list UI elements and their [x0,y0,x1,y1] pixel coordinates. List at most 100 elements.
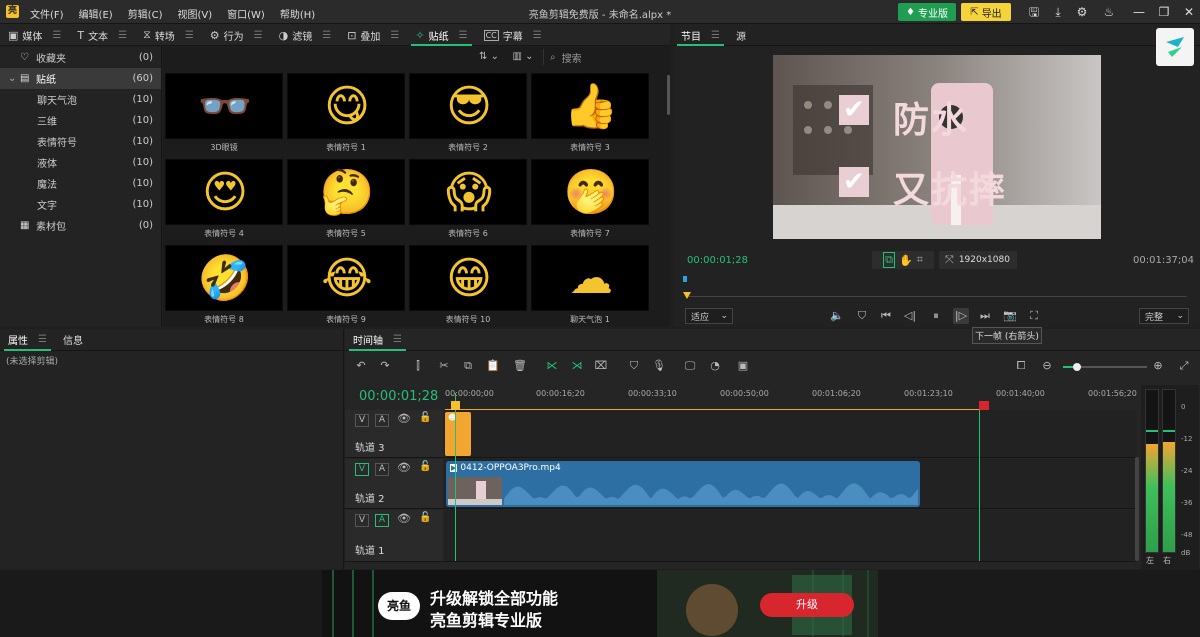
tab-media[interactable]: ▣ 媒体 ☰ [0,24,69,46]
track-lane-2[interactable]: ▶ 0412-OPPOA3Pro.mp4 [444,459,1137,509]
more-icon[interactable]: ⤢ [1176,358,1192,374]
screenshot-icon[interactable]: ▣ [735,358,751,374]
fit-dropdown[interactable]: 适应 ⌄ [685,308,733,324]
video-toggle[interactable]: V [355,463,369,476]
eye-icon[interactable]: 👁 [397,412,411,425]
in-point-marker[interactable] [683,276,687,282]
safe-area-icon[interactable]: ⧉ [883,252,895,268]
zoom-slider-handle[interactable] [1073,363,1081,371]
nav-emoji[interactable]: 表情符号 (10) [0,131,161,152]
sticker-thumbnail[interactable]: 🤭 [531,159,649,225]
menu-window[interactable]: 窗口(W) [227,6,265,21]
tab-program[interactable]: 节目 ☰ [673,24,728,46]
eye-icon[interactable]: 👁 [397,512,411,525]
marker-icon[interactable]: ⛉ [626,358,642,374]
sticker-clip[interactable]: ☻ [445,412,471,456]
sticker-thumbnail[interactable]: 😋 [287,73,405,139]
sticker-thumbnail[interactable]: 😂 [287,245,405,311]
next-frame-icon[interactable]: |▷ [953,308,969,324]
sticker-thumbnail[interactable]: 🤔 [287,159,405,225]
sticker-thumbnail[interactable]: ☁ [531,245,649,311]
tab-subtitle[interactable]: CC 字幕 ☰ [476,24,550,46]
tab-overlay[interactable]: ⊡ 叠加 ☰ [339,24,407,46]
monitor-icon[interactable]: 🖵 [682,358,698,374]
nav-magic[interactable]: 魔法 (10) [0,173,161,194]
tab-info[interactable]: 信息 [55,329,91,351]
nav-liquid[interactable]: 液体 (10) [0,152,161,173]
monitor-scrubber[interactable] [683,292,1187,300]
track-lane-1[interactable] [444,510,1137,562]
minimize-icon[interactable]: — [1131,4,1147,20]
upgrade-button[interactable]: 升级 [760,593,854,617]
tab-timeline[interactable]: 时间轴 ☰ [345,329,410,351]
video-toggle[interactable]: V [355,414,369,427]
trim-end-icon[interactable]: ⋊ [569,358,585,374]
menu-edit[interactable]: 编辑(E) [79,6,113,21]
marker-icon[interactable]: ⛉ [854,308,870,324]
audio-toggle[interactable]: A [375,514,389,527]
tab-properties[interactable]: 属性 ☰ [0,329,55,351]
export-button[interactable]: ⇱ 导出 [961,3,1011,21]
grid-scrollbar[interactable] [667,75,670,115]
paste-icon[interactable]: 📋 [485,358,501,374]
audio-toggle[interactable]: A [375,463,389,476]
notification-icon[interactable]: ♨ [1101,4,1117,20]
time-ruler[interactable]: 00:00:00;00 00:00:16;20 00:00:33;10 00:0… [445,385,1137,412]
tab-transition[interactable]: ⧖ 转场 ☰ [135,24,202,46]
sticker-thumbnail[interactable]: 😎 [409,73,527,139]
upgrade-banner[interactable]: 亮鱼 升级解锁全部功能 亮鱼剪辑专业版 升级 [322,570,878,637]
nav-chat-bubble[interactable]: 聊天气泡 (10) [0,89,161,110]
skip-end-icon[interactable]: ⏭ [977,308,993,324]
video-toggle[interactable]: V [355,514,369,527]
menu-clip[interactable]: 剪辑(C) [128,6,163,21]
split-icon[interactable]: ⫿ [410,358,426,374]
sticker-thumbnail[interactable]: 😍 [165,159,283,225]
save-icon[interactable]: 🖫 [1026,4,1042,20]
sticker-thumbnail[interactable]: 😁 [409,245,527,311]
snapshot-icon[interactable]: 📷 [1002,308,1018,324]
prev-frame-icon[interactable]: ◁| [902,308,918,324]
audio-toggle[interactable]: A [375,414,389,427]
delete-icon[interactable]: 🗑 [512,358,528,374]
pause-icon[interactable]: ⏸ [928,308,944,324]
crop-icon[interactable]: ⌗ [917,253,923,267]
zoom-slider[interactable] [1063,363,1147,371]
resolution-button[interactable]: ⤧ 1920x1080 [939,251,1017,269]
zoom-in-icon[interactable]: ⊕ [1150,358,1166,374]
fullscreen-icon[interactable]: ⛶ [1026,308,1042,324]
menu-help[interactable]: 帮助(H) [280,6,315,21]
floating-app-icon[interactable] [1156,28,1194,66]
nav-stickers[interactable]: ⌄ ▤ 贴纸 (60) [0,68,161,89]
volume-icon[interactable]: 🔈 [829,308,845,324]
lock-icon[interactable]: 🔓 [419,461,431,472]
skip-start-icon[interactable]: ⏮ [878,308,894,324]
playhead-handle[interactable] [451,401,460,410]
tab-behavior[interactable]: ⚙ 行为 ☰ [202,24,271,46]
lock-icon[interactable]: 🔓 [419,512,431,523]
search-input[interactable]: ⌕ 搜索 [543,49,661,65]
nav-favorites[interactable]: ♡ 收藏夹 (0) [0,47,161,68]
sticker-thumbnail[interactable]: 👍 [531,73,649,139]
sticker-thumbnail[interactable]: 👓 [165,73,283,139]
cut-icon[interactable]: ✂ [436,358,452,374]
tab-sticker[interactable]: ✧ 贴纸 ☰ [407,24,475,46]
tab-text[interactable]: T 文本 ☰ [69,24,135,46]
redo-icon[interactable]: ↷ [377,358,393,374]
close-icon[interactable]: ✕ [1181,4,1197,20]
track-lane-3[interactable]: ☻ [444,410,1137,458]
crop-clip-icon[interactable]: ⌧ [593,358,609,374]
speed-icon[interactable]: ◔ [707,358,723,374]
download-icon[interactable]: ⤓ [1050,4,1066,20]
eye-icon[interactable]: 👁 [397,461,411,474]
menu-file[interactable]: 文件(F) [30,6,64,21]
zoom-out-icon[interactable]: ⊖ [1039,358,1055,374]
microphone-icon[interactable]: 🎙 [651,358,667,374]
tab-source[interactable]: 源 [728,24,754,46]
settings-icon[interactable]: ⚙ [1074,4,1090,20]
sticker-thumbnail[interactable]: 🤣 [165,245,283,311]
menu-view[interactable]: 视图(V) [177,6,212,21]
chevron-down-icon[interactable]: ⌄ [8,73,16,84]
trim-start-icon[interactable]: ⋉ [544,358,560,374]
playhead-marker[interactable] [683,292,691,299]
nav-text[interactable]: 文字 (10) [0,194,161,215]
